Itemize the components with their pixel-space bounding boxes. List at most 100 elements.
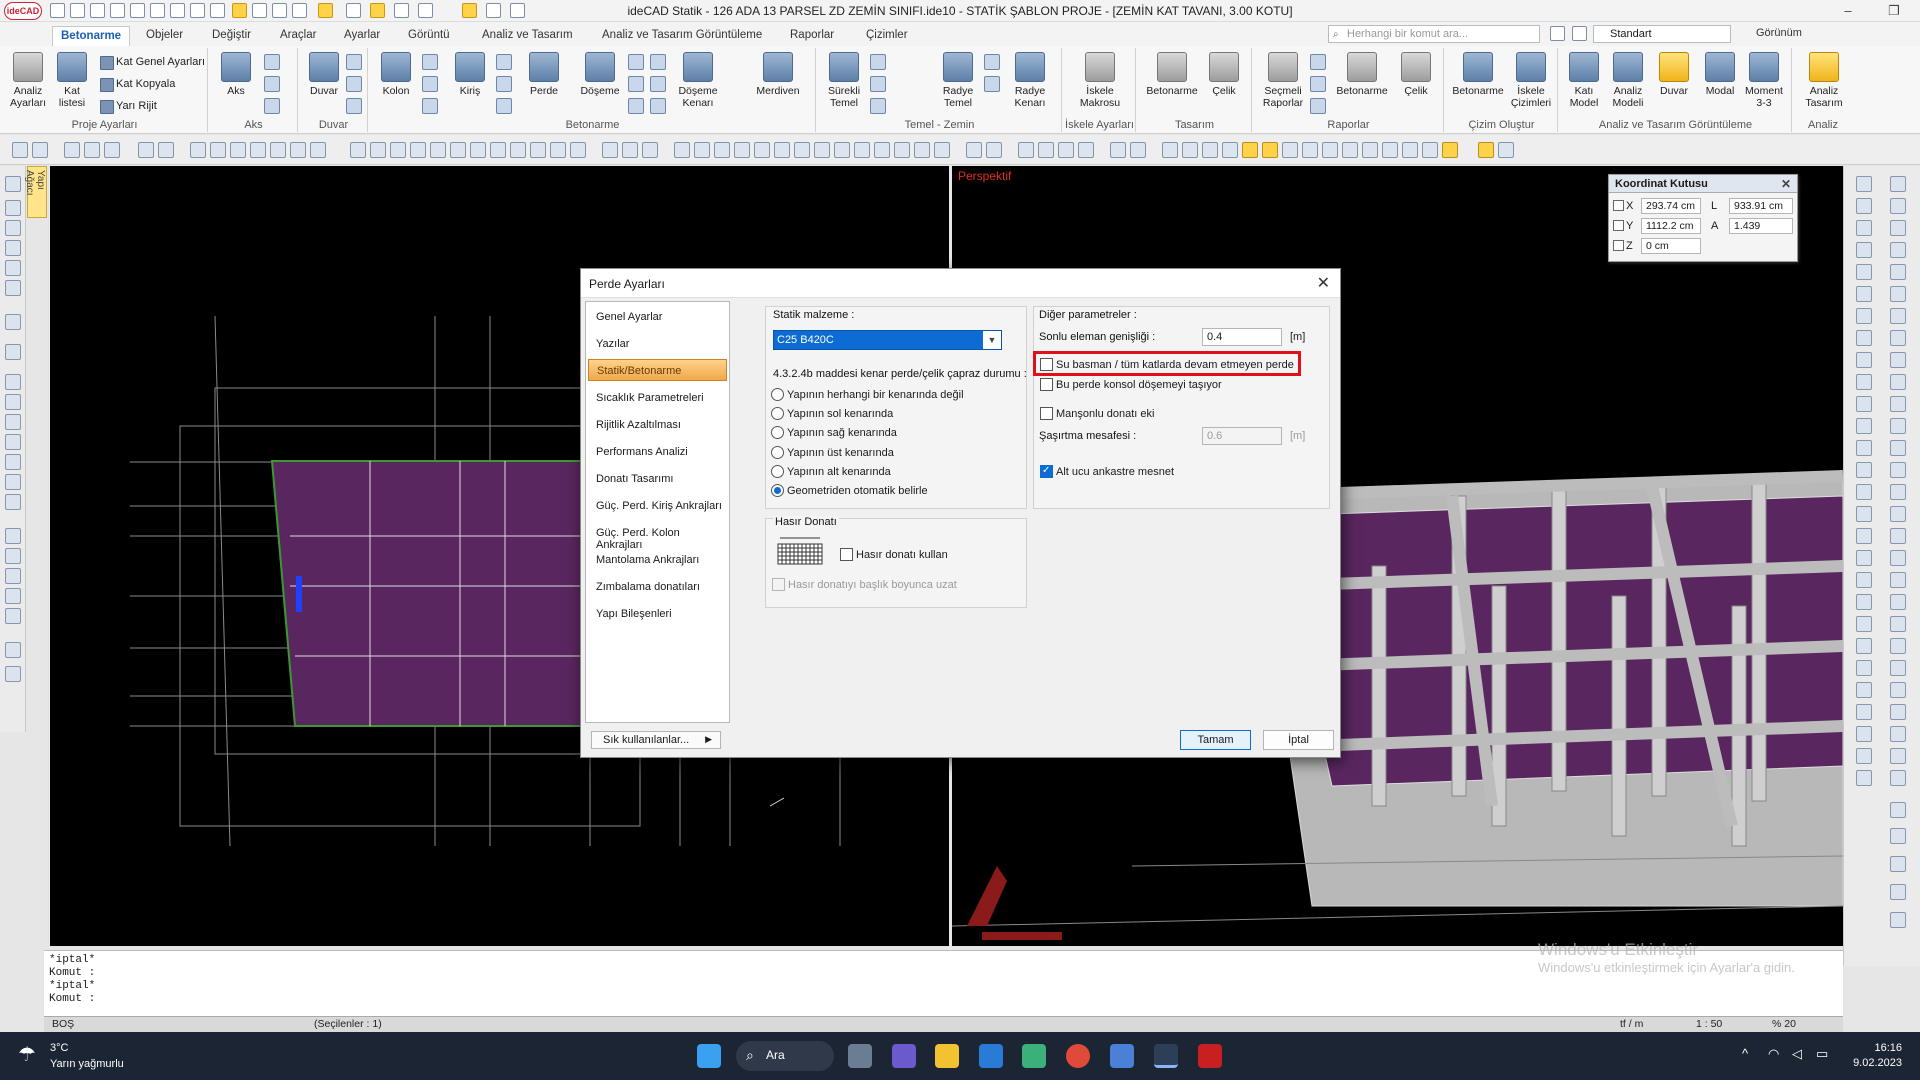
layer-manager-icon[interactable] (1018, 142, 1034, 158)
doseme-tool-5-icon[interactable] (650, 76, 666, 92)
store-icon[interactable] (1110, 1044, 1134, 1068)
door-icon[interactable] (5, 314, 21, 330)
measure-icon[interactable] (252, 3, 267, 18)
analiz-tasarim-button[interactable]: Analiz Tasarım (1800, 52, 1848, 112)
osnap-quad-icon[interactable] (1282, 142, 1298, 158)
idecad-taskbar-icon[interactable] (1154, 1044, 1178, 1068)
tab-degistir[interactable]: Değiştir (204, 26, 259, 46)
nav-kolon-ankraj[interactable]: Güç. Perd. Kolon Ankrajları (588, 522, 727, 551)
rt-icon-61[interactable] (1890, 912, 1906, 928)
rt-icon-13[interactable] (1856, 308, 1872, 324)
su-basman-checkbox[interactable]: Su basman / tüm katlarda devam etmeyen p… (1040, 358, 1294, 374)
spline-icon[interactable] (854, 142, 870, 158)
osnap-near-icon[interactable] (1242, 142, 1258, 158)
rt-icon-7[interactable] (1856, 242, 1872, 258)
doseme-tool-4-icon[interactable] (650, 54, 666, 70)
rt-icon-16[interactable] (1890, 330, 1906, 346)
style-combo[interactable]: Standart (1593, 25, 1731, 43)
doseme-kenari-button[interactable]: Döşeme Kenarı (676, 52, 720, 112)
osnap-par-icon[interactable] (1382, 142, 1398, 158)
save-as-icon[interactable] (130, 3, 145, 18)
edge-icon[interactable] (1022, 1044, 1046, 1068)
wifi-icon[interactable]: ◠ (1768, 1046, 1779, 1062)
a-value-field[interactable]: 1.439 (1729, 218, 1793, 234)
z-value-field[interactable]: 0 cm (1641, 238, 1701, 254)
doseme-tool-2-icon[interactable] (628, 76, 644, 92)
minimize-icon[interactable]: – (1826, 1, 1870, 21)
flip-icon[interactable] (462, 3, 477, 18)
rt-icon-27[interactable] (1856, 462, 1872, 478)
osnap-ins-icon[interactable] (1362, 142, 1378, 158)
l-value-field[interactable]: 933.91 cm (1729, 198, 1793, 214)
tab-analiz-goruntuleme[interactable]: Analiz ve Tasarım Görüntüleme (594, 26, 770, 46)
nav-performans[interactable]: Performans Analizi (588, 441, 727, 463)
secmeli-raporlar-button[interactable]: Seçmeli Raporlar (1258, 52, 1308, 112)
nav-zimbalama[interactable]: Zımbalama donatıları (588, 576, 727, 598)
kati-model-button[interactable]: Katı Model (1562, 52, 1606, 112)
rt-icon-60[interactable] (1890, 884, 1906, 900)
grip-icon[interactable] (1078, 142, 1094, 158)
chrome-icon[interactable] (1066, 1044, 1090, 1068)
rt-icon-47[interactable] (1856, 682, 1872, 698)
rt-icon-22[interactable] (1890, 396, 1906, 412)
duvar-tool-1-icon[interactable] (346, 54, 362, 70)
iskele-makrosu-button[interactable]: İskele Makrosu (1074, 52, 1126, 112)
doseme-tool-1-icon[interactable] (628, 54, 644, 70)
tab-goruntu[interactable]: Görüntü (400, 26, 458, 46)
y-lock-checkbox[interactable] (1613, 220, 1624, 231)
tab-araclar[interactable]: Araçlar (272, 26, 324, 46)
rt-icon-9[interactable] (1856, 264, 1872, 280)
snap-mode-icon[interactable] (370, 3, 385, 18)
trim-icon[interactable] (394, 3, 409, 18)
tasarim-betonarme-button[interactable]: Betonarme (1144, 52, 1200, 112)
rt-icon-39[interactable] (1856, 594, 1872, 610)
status-unit[interactable]: tf / m (1620, 1018, 1643, 1030)
rt-icon-33[interactable] (1856, 528, 1872, 544)
tab-betonarme[interactable]: Betonarme (52, 26, 131, 46)
osnap-int-icon[interactable] (1202, 142, 1218, 158)
surekli-temel-button[interactable]: Sürekli Temel (822, 52, 866, 112)
kat-genel-ayarlari-button[interactable]: Kat Genel Ayarları (98, 54, 205, 70)
polyline-icon[interactable] (714, 142, 730, 158)
aks-button[interactable]: Aks (214, 52, 258, 112)
eye-icon[interactable] (966, 142, 982, 158)
kolon-tool-3-icon[interactable] (422, 98, 438, 114)
lengthen-icon[interactable] (470, 142, 486, 158)
ellipse-icon[interactable] (834, 142, 850, 158)
fillet-icon[interactable] (370, 142, 386, 158)
pick-icon[interactable] (84, 142, 100, 158)
mesh-use-checkbox[interactable]: Hasır donatı kullan (840, 548, 948, 564)
chat-icon[interactable] (892, 1044, 916, 1068)
rapor-tool-3-icon[interactable] (1310, 98, 1326, 114)
osnap-all-icon[interactable] (1422, 142, 1438, 158)
kat-kopyala-button[interactable]: Kat Kopyala (98, 76, 175, 92)
rebar-icon[interactable] (5, 374, 21, 390)
structure-tree-tab[interactable]: Yapı Ağacı (24, 166, 47, 218)
static-material-select[interactable]: C25 B420C ▼ (773, 330, 1002, 350)
close-icon[interactable]: ✕ (1317, 273, 1330, 293)
grid-icon[interactable] (346, 3, 361, 18)
radio-edge-left[interactable]: Yapının sol kenarında (771, 407, 893, 423)
favorites-button[interactable]: Sık kullanılanlar... ▶ (591, 731, 721, 749)
home-icon[interactable] (50, 3, 65, 18)
open-file-icon[interactable] (90, 3, 105, 18)
print-icon[interactable] (150, 3, 165, 18)
ortho-toggle-icon[interactable] (1110, 142, 1126, 158)
angle-icon[interactable] (5, 568, 21, 584)
move-icon[interactable] (190, 142, 206, 158)
moment-button[interactable]: Moment 3-3 (1742, 52, 1786, 112)
properties-icon[interactable] (1038, 142, 1054, 158)
boundary-icon[interactable] (570, 142, 586, 158)
elevation-icon[interactable] (5, 454, 21, 470)
rt-icon-30[interactable] (1890, 484, 1906, 500)
mansonlu-checkbox[interactable]: Manşonlu donatı eki (1040, 407, 1154, 423)
rt-icon-52[interactable] (1890, 726, 1906, 742)
rt-icon-3[interactable] (1856, 198, 1872, 214)
tab-analiz-tasarim[interactable]: Analiz ve Tasarım (474, 26, 581, 46)
doseme-button[interactable]: Döşeme (578, 52, 622, 112)
erase-icon[interactable] (158, 142, 174, 158)
text-icon[interactable] (138, 142, 154, 158)
rt-icon-25[interactable] (1856, 440, 1872, 456)
doseme-tool-3-icon[interactable] (628, 98, 644, 114)
rt-icon-57[interactable] (1890, 802, 1906, 818)
